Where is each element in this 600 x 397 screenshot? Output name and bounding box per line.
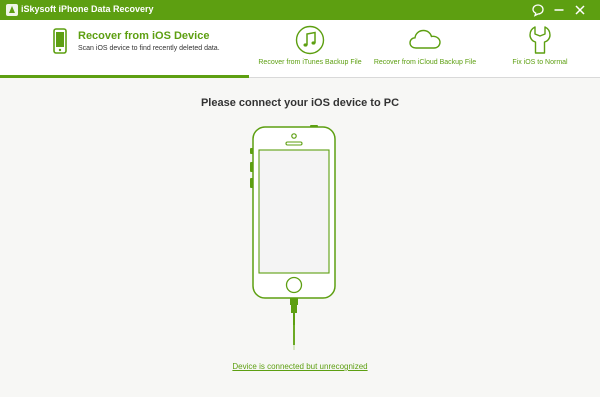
tab-label: Fix iOS to Normal [512,59,568,66]
active-mode-subtitle: Scan iOS device to find recently deleted… [78,45,220,52]
tab-fix-ios-to-normal[interactable]: Fix iOS to Normal [492,20,588,76]
feedback-button[interactable] [530,2,546,18]
connect-device-heading: Please connect your iOS device to PC [200,97,400,109]
tab-label: Recover from iTunes Backup File [258,59,362,66]
app-window: iSkysoft iPhone Data Recovery Recover fr… [0,0,600,397]
close-button[interactable] [572,2,588,18]
minimize-button[interactable] [551,2,567,18]
minimize-icon [554,9,564,11]
close-icon [575,5,585,15]
tab-label: Recover from iCloud Backup File [373,59,477,66]
cloud-icon [409,29,441,49]
feedback-icon [532,4,544,17]
title-bar: iSkysoft iPhone Data Recovery [0,0,600,20]
active-tab-indicator [0,75,249,78]
app-logo-icon [6,4,18,16]
tab-recover-from-itunes-backup[interactable]: Recover from iTunes Backup File [252,20,368,76]
music-note-icon [295,25,325,55]
tab-recover-from-icloud-backup[interactable]: Recover from iCloud Backup File [372,20,478,76]
device-unrecognized-link[interactable]: Device is connected but unrecognized [0,362,600,371]
iphone-illustration [250,125,336,350]
phone-icon [53,28,67,54]
app-title: iSkysoft iPhone Data Recovery [21,4,154,14]
active-mode-title: Recover from iOS Device [78,30,210,42]
wrench-icon [529,26,551,54]
